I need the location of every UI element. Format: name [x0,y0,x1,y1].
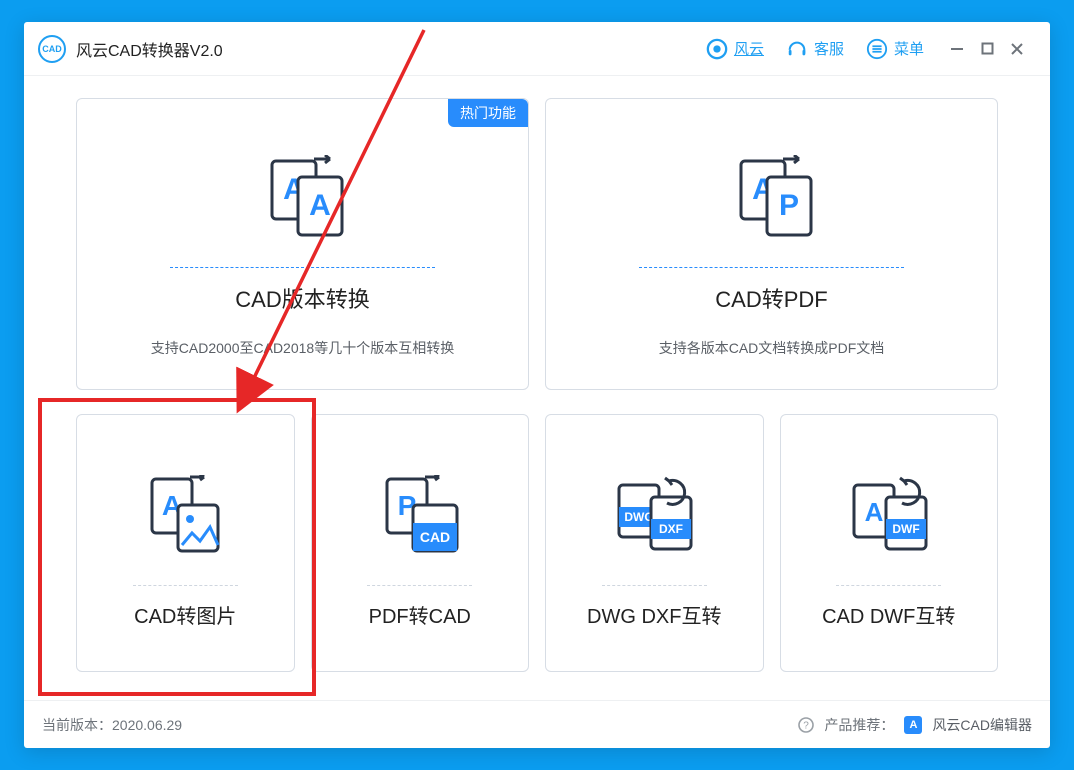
app-window: CAD 风云CAD转换器V2.0 风云 客服 菜单 [24,22,1050,748]
svg-text:DXF: DXF [659,522,683,536]
divider [602,585,707,586]
window-minimize-button[interactable] [942,34,972,64]
card-title: DWG DXF互转 [587,600,721,629]
svg-text:CAD: CAD [420,529,450,545]
titlebar-fengyun-label: 风云 [734,38,764,59]
titlebar-fengyun-link[interactable]: 风云 [706,38,764,60]
row-bottom: A CAD转图片 P [76,414,998,672]
headset-icon [786,38,808,60]
card-cad-to-image[interactable]: A CAD转图片 [76,414,295,672]
svg-text:P: P [778,189,798,222]
divider [367,585,472,586]
card-dwg-dxf[interactable]: DWG DXF DWG DXF互转 [545,414,764,672]
card-cad-version-convert[interactable]: 热门功能 A A CAD版本转换 支持CAD2000至CAD2018等几十个版本… [76,98,529,390]
file-a-image-icon: A [142,475,228,561]
card-title: CAD转PDF [715,282,827,314]
divider [836,585,941,586]
card-title: CAD版本转换 [235,282,369,314]
file-ap-convert-icon: A P [727,155,817,245]
card-cad-dwf[interactable]: A DWF CAD DWF互转 [780,414,999,672]
svg-text:DWF: DWF [892,522,919,536]
file-aa-convert-icon: A A [258,155,348,245]
hot-badge: 热门功能 [448,99,528,127]
svg-text:DWG: DWG [625,510,654,524]
svg-text:A: A [309,189,331,222]
titlebar-kefu-link[interactable]: 客服 [786,38,844,60]
card-pdf-to-cad[interactable]: P CAD PDF转CAD [311,414,530,672]
row-top: 热门功能 A A CAD版本转换 支持CAD2000至CAD2018等几十个版本… [76,98,998,390]
menu-circle-icon [866,38,888,60]
file-a-dwf-icon: A DWF [846,475,932,561]
svg-text:?: ? [804,720,810,731]
card-desc: 支持CAD2000至CAD2018等几十个版本互相转换 [151,338,454,358]
divider [639,267,905,268]
card-title: CAD转图片 [134,600,236,629]
titlebar-menu-label: 菜单 [894,38,924,59]
card-cad-to-pdf[interactable]: A P CAD转PDF 支持各版本CAD文档转换成PDF文档 [545,98,998,390]
divider [170,267,436,268]
file-p-cad-icon: P CAD [377,475,463,561]
file-dwg-dxf-icon: DWG DXF [611,475,697,561]
app-title: 风云CAD转换器V2.0 [76,37,223,61]
titlebar-menu-button[interactable]: 菜单 [866,38,924,60]
recommend-label: 产品推荐： [824,715,894,735]
card-title: PDF转CAD [369,600,471,629]
statusbar: 当前版本： 2020.06.29 ? 产品推荐： A 风云CAD编辑器 [24,700,1050,748]
version-label: 当前版本： [42,715,112,735]
recommend-product-link[interactable]: 风云CAD编辑器 [932,715,1032,735]
version-value: 2020.06.29 [112,717,182,733]
product-icon: A [904,716,922,734]
titlebar: CAD 风云CAD转换器V2.0 风云 客服 菜单 [24,22,1050,76]
card-title: CAD DWF互转 [822,600,955,629]
card-desc: 支持各版本CAD文档转换成PDF文档 [659,338,885,358]
help-icon[interactable]: ? [798,717,814,733]
window-close-button[interactable] [1002,34,1032,64]
app-logo-icon: CAD [38,35,66,63]
divider [133,585,238,586]
target-icon [706,38,728,60]
content-area: 热门功能 A A CAD版本转换 支持CAD2000至CAD2018等几十个版本… [24,76,1050,700]
svg-text:A: A [864,497,883,527]
window-maximize-button[interactable] [972,34,1002,64]
titlebar-kefu-label: 客服 [814,38,844,59]
